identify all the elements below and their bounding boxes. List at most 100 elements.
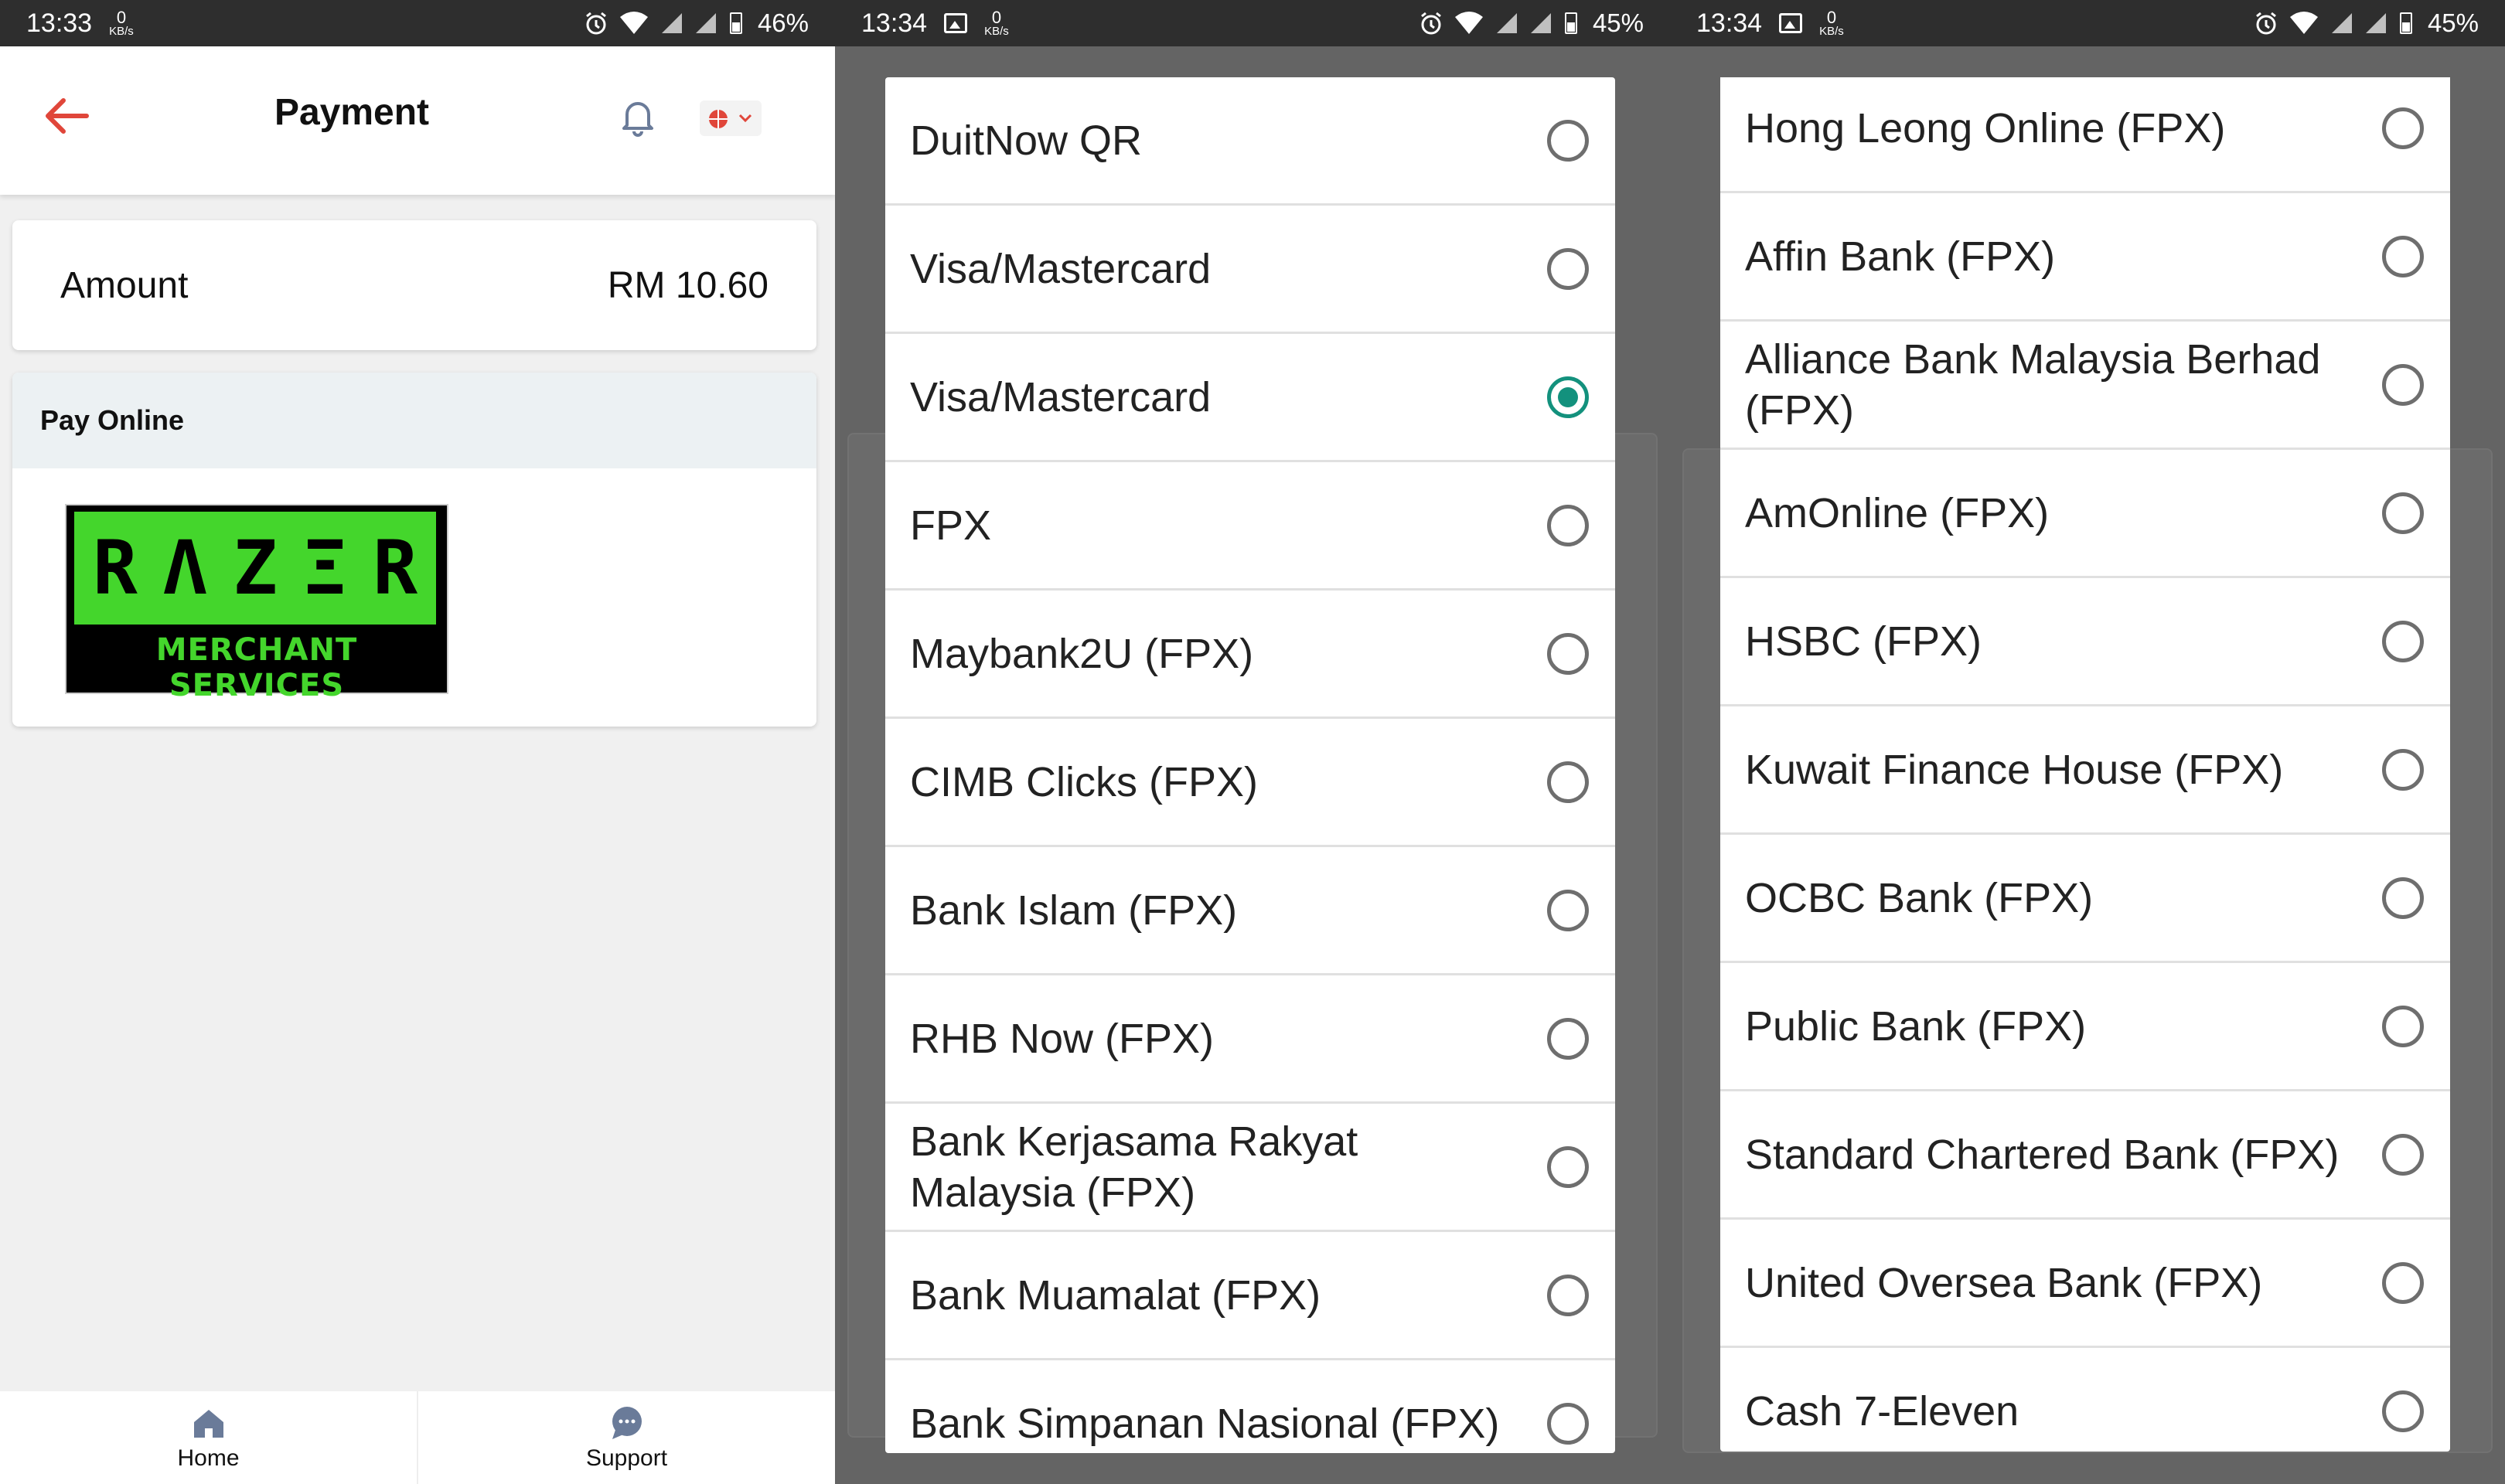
razer-merchant-logo[interactable]: R Λ Z Ξ R MERCHANT SERVICES <box>65 504 448 703</box>
payment-option[interactable]: AmOnline (FPX) <box>1720 450 2450 578</box>
radio-unselected-icon[interactable] <box>1547 1402 1589 1445</box>
network-speed: 0 KB/s <box>109 7 134 38</box>
payment-option[interactable]: Cash 7-Eleven <box>1720 1348 2450 1452</box>
radio-unselected-icon[interactable] <box>2382 1261 2424 1304</box>
payment-option[interactable]: Hong Leong Online (FPX) <box>1720 77 2450 193</box>
radio-unselected-icon[interactable] <box>2382 235 2424 277</box>
radio-unselected-icon[interactable] <box>2382 363 2424 406</box>
payment-option-label: Alliance Bank Malaysia Berhad (FPX) <box>1745 335 2321 434</box>
payment-option-label: Standard Chartered Bank (FPX) <box>1745 1131 2340 1178</box>
payment-option-label: OCBC Bank (FPX) <box>1745 874 2094 921</box>
radio-unselected-icon[interactable] <box>2382 748 2424 791</box>
payment-option[interactable]: CIMB Clicks (FPX) <box>885 719 1615 847</box>
signal-icon <box>661 13 682 33</box>
payment-option[interactable]: United Oversea Bank (FPX) <box>1720 1220 2450 1348</box>
bottom-nav: Home Support <box>0 1391 835 1484</box>
payment-method-dialog-2: 13:34 0 KB/s 45% Hong Leong Online (FPX) A… <box>1670 0 2505 1484</box>
page-title: Payment <box>274 92 430 133</box>
radio-unselected-icon[interactable] <box>2382 107 2424 149</box>
radio-unselected-icon[interactable] <box>1547 632 1589 675</box>
signal-icon <box>1530 13 1551 33</box>
payment-option[interactable]: Standard Chartered Bank (FPX) <box>1720 1091 2450 1220</box>
payment-option[interactable]: Alliance Bank Malaysia Berhad (FPX) <box>1720 322 2450 450</box>
radio-unselected-icon[interactable] <box>1547 247 1589 290</box>
battery-level: 46% <box>757 9 809 37</box>
payment-option[interactable]: RHB Now (FPX) <box>885 975 1615 1104</box>
payment-option[interactable]: DuitNow QR <box>885 77 1615 206</box>
payment-option-label: Hong Leong Online (FPX) <box>1745 104 2226 151</box>
payment-option-label: FPX <box>910 502 992 549</box>
battery-level: 45% <box>2427 9 2479 37</box>
signal-icon <box>695 13 716 33</box>
radio-unselected-icon[interactable] <box>2382 1390 2424 1432</box>
radio-selected-icon[interactable] <box>1547 376 1589 418</box>
payment-option[interactable]: OCBC Bank (FPX) <box>1720 835 2450 963</box>
status-bar: 13:33 0 KB/s 46% <box>0 0 835 46</box>
amount-card: Amount RM 10.60 <box>12 220 816 350</box>
radio-unselected-icon[interactable] <box>1547 1145 1589 1188</box>
payment-option-label: CIMB Clicks (FPX) <box>910 758 1258 805</box>
payment-method-list: Hong Leong Online (FPX) Affin Bank (FPX) A… <box>1720 77 2450 1452</box>
payment-option[interactable]: Affin Bank (FPX) <box>1720 193 2450 322</box>
payment-option-label: Visa/Mastercard <box>910 373 1212 420</box>
chat-bubble-icon <box>612 1407 642 1439</box>
payment-option[interactable]: HSBC (FPX) <box>1720 578 2450 706</box>
wifi-icon <box>619 12 648 34</box>
radio-unselected-icon[interactable] <box>1547 889 1589 931</box>
radio-unselected-icon[interactable] <box>2382 1133 2424 1176</box>
payment-option-label: Bank Muamalat (FPX) <box>910 1271 1321 1319</box>
payment-method-dialog-1: 13:34 0 KB/s 45% DuitNow QR Visa/Mastercar… <box>835 0 1670 1484</box>
alarm-icon <box>586 12 606 35</box>
payment-option-label: RHB Now (FPX) <box>910 1015 1215 1062</box>
payment-option[interactable]: Bank Muamalat (FPX) <box>885 1232 1615 1360</box>
wifi-icon <box>1454 12 1483 34</box>
amount-value: RM 10.60 <box>607 264 769 306</box>
payment-option[interactable]: Visa/Mastercard <box>885 334 1615 462</box>
alarm-icon <box>1421 12 1441 35</box>
nav-home[interactable]: Home <box>0 1391 417 1484</box>
payment-option[interactable]: Bank Kerjasama Rakyat Malaysia (FPX) <box>885 1104 1615 1232</box>
bell-icon[interactable] <box>615 93 661 139</box>
wifi-icon <box>2289 12 2318 34</box>
signal-icon <box>1496 13 1517 33</box>
app-bar: Payment <box>0 46 835 195</box>
radio-unselected-icon[interactable] <box>2382 1005 2424 1047</box>
status-time: 13:34 <box>861 8 928 38</box>
payment-option[interactable]: Bank Simpanan Nasional (FPX) <box>885 1360 1615 1453</box>
amount-label: Amount <box>60 264 189 306</box>
payment-method-list: DuitNow QR Visa/Mastercard Visa/Mastercard… <box>885 77 1615 1453</box>
payment-option-label: Visa/Mastercard <box>910 245 1212 292</box>
radio-unselected-icon[interactable] <box>1547 504 1589 546</box>
payment-option[interactable]: Maybank2U (FPX) <box>885 591 1615 719</box>
payment-option[interactable]: FPX <box>885 462 1615 591</box>
battery-icon <box>729 12 742 34</box>
nav-support[interactable]: Support <box>417 1391 835 1484</box>
home-icon <box>193 1410 223 1438</box>
payment-option[interactable]: Public Bank (FPX) <box>1720 963 2450 1091</box>
radio-unselected-icon[interactable] <box>1547 761 1589 803</box>
radio-unselected-icon[interactable] <box>1547 1017 1589 1060</box>
status-bar: 13:34 0 KB/s 45% <box>1670 0 2505 46</box>
payment-option-label: United Oversea Bank (FPX) <box>1745 1259 2263 1306</box>
signal-icon <box>2365 13 2386 33</box>
network-speed: 0 KB/s <box>1819 7 1844 38</box>
radio-unselected-icon[interactable] <box>2382 492 2424 534</box>
payment-option[interactable]: Kuwait Finance House (FPX) <box>1720 706 2450 835</box>
payment-option-label: Bank Kerjasama Rakyat Malaysia (FPX) <box>910 1118 1358 1216</box>
battery-icon <box>1564 12 1577 34</box>
payment-option[interactable]: Visa/Mastercard <box>885 206 1615 334</box>
language-selector[interactable] <box>700 100 762 136</box>
payment-option[interactable]: Bank Islam (FPX) <box>885 847 1615 975</box>
payment-option-label: DuitNow QR <box>910 117 1143 164</box>
status-bar: 13:34 0 KB/s 45% <box>835 0 1670 46</box>
signal-icon <box>2331 13 2352 33</box>
payment-option-label: Kuwait Finance House (FPX) <box>1745 746 2284 793</box>
payment-option-label: HSBC (FPX) <box>1745 618 1982 665</box>
payment-screen: 13:33 0 KB/s 46% Payment Amount RM 10.60… <box>0 0 835 1484</box>
payment-option-label: Cash 7-Eleven <box>1745 1387 2019 1435</box>
radio-unselected-icon[interactable] <box>2382 876 2424 919</box>
radio-unselected-icon[interactable] <box>1547 1274 1589 1316</box>
radio-unselected-icon[interactable] <box>2382 620 2424 662</box>
radio-unselected-icon[interactable] <box>1547 119 1589 162</box>
status-time: 13:33 <box>26 8 93 38</box>
